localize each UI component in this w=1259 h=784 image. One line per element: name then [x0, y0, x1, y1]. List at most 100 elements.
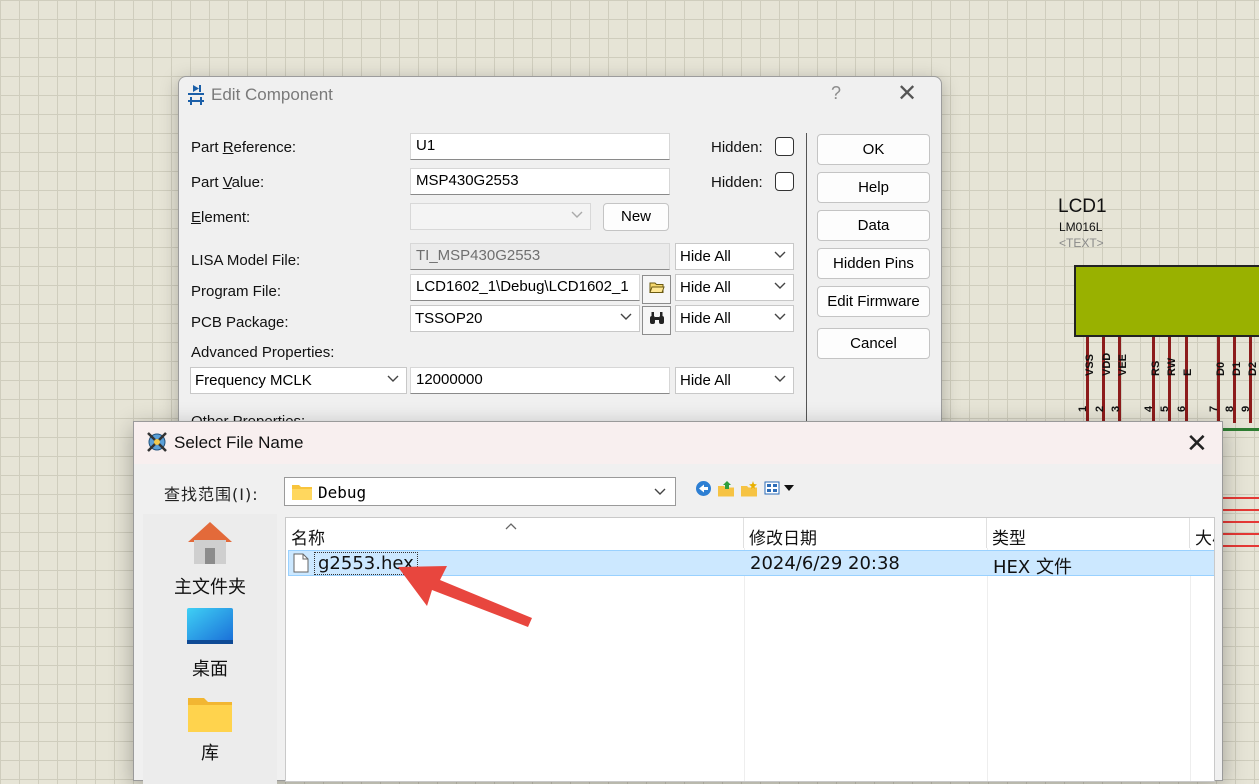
- cancel-button[interactable]: Cancel: [817, 328, 930, 359]
- label-rest: eference:: [233, 139, 297, 156]
- look-in-value: Debug: [318, 483, 367, 502]
- column-header-name[interactable]: 名称: [286, 518, 744, 548]
- lcd-text-placeholder: <TEXT>: [1059, 236, 1104, 250]
- column-header-name-label: 名称: [291, 529, 325, 548]
- places-bar: 主文件夹 桌面 库: [143, 514, 277, 784]
- lcd-pin-number: 7: [1208, 405, 1220, 412]
- back-icon[interactable]: [695, 480, 712, 502]
- part-reference-label: Part Reference:: [191, 139, 296, 156]
- dialog-separator: [806, 133, 807, 433]
- lcd-pin-number: 6: [1176, 405, 1188, 412]
- new-element-button[interactable]: New: [603, 203, 669, 231]
- open-folder-icon: [648, 280, 665, 299]
- label-rest: lement:: [201, 209, 251, 226]
- sort-ascending-icon: [505, 519, 517, 533]
- element-select[interactable]: [410, 203, 591, 230]
- lcd-pin-number: 9: [1240, 405, 1252, 412]
- proteus-app-icon: [146, 431, 168, 458]
- label-accelerator: E: [191, 209, 202, 226]
- chevron-down-icon: [773, 371, 787, 389]
- place-library[interactable]: 库: [143, 694, 277, 765]
- lcd-pin-name: E: [1182, 368, 1194, 376]
- visibility-value: Hide All: [680, 310, 731, 327]
- view-menu-icon[interactable]: [764, 481, 796, 500]
- file-row[interactable]: g2553.hex 2024/6/29 20:38 HEX 文件: [288, 550, 1214, 578]
- pcb-package-select[interactable]: TSSOP20: [410, 305, 640, 332]
- column-divider: [1190, 548, 1191, 781]
- file-list[interactable]: 名称 修改日期 类型 大小 g2553.hex 2024/6/29 20:38 …: [285, 517, 1215, 782]
- advanced-property-input[interactable]: 12000000: [410, 367, 670, 394]
- help-button[interactable]: Help: [817, 172, 930, 203]
- lcd-pin-number: 8: [1224, 405, 1236, 412]
- hidden-pins-button[interactable]: Hidden Pins: [817, 248, 930, 279]
- place-home-label: 主文件夹: [174, 577, 246, 598]
- home-icon: [185, 522, 235, 572]
- part-value-input[interactable]: MSP430G2553: [410, 168, 670, 195]
- schematic-wire: [1222, 521, 1259, 523]
- browse-program-file-button[interactable]: [642, 275, 671, 304]
- file-icon: [293, 553, 309, 578]
- chevron-down-icon: [619, 309, 633, 327]
- advanced-property-select[interactable]: Frequency MCLK: [190, 367, 407, 394]
- schematic-wire: [1222, 533, 1259, 535]
- help-question-icon[interactable]: ?: [831, 83, 841, 104]
- label-part: Part: [191, 174, 223, 191]
- pcb-package-visibility-select[interactable]: Hide All: [675, 305, 794, 332]
- select-file-titlebar[interactable]: Select File Name ✕: [134, 422, 1222, 464]
- lcd-pin-name: RS: [1150, 360, 1162, 376]
- chevron-down-icon: [653, 484, 667, 503]
- schematic-wire: [1222, 545, 1259, 547]
- visibility-value: Hide All: [680, 248, 731, 265]
- chevron-down-icon: [386, 371, 400, 389]
- binoculars-icon: [649, 311, 665, 330]
- place-desktop[interactable]: 桌面: [143, 606, 277, 681]
- file-modified: 2024/6/29 20:38: [750, 553, 900, 574]
- lcd-pin-name: D1: [1231, 361, 1243, 376]
- new-folder-icon[interactable]: [740, 480, 758, 503]
- up-folder-icon[interactable]: [717, 480, 735, 503]
- lcd-pin-name: RW: [1166, 357, 1178, 376]
- place-desktop-label: 桌面: [192, 659, 228, 680]
- lcd-pin-name: D2: [1247, 361, 1259, 376]
- program-file-input[interactable]: LCD1602_1\Debug\LCD1602_1: [410, 274, 640, 301]
- file-name: g2553.hex: [314, 552, 418, 575]
- select-file-close-button[interactable]: ✕: [1186, 428, 1208, 459]
- column-divider: [987, 548, 988, 781]
- browse-package-button[interactable]: [642, 306, 671, 335]
- lcd-pin-number: 2: [1094, 405, 1106, 412]
- program-file-visibility-select[interactable]: Hide All: [675, 274, 794, 301]
- lisa-model-visibility-select[interactable]: Hide All: [675, 243, 794, 270]
- edit-component-title: Edit Component: [211, 85, 333, 104]
- folder-icon: [291, 483, 313, 506]
- edit-firmware-button[interactable]: Edit Firmware: [817, 286, 930, 317]
- lcd-pin-number: 4: [1143, 405, 1155, 412]
- label-accelerator: V: [222, 174, 232, 191]
- column-header-modified[interactable]: 修改日期: [744, 518, 987, 548]
- lisa-model-input[interactable]: TI_MSP430G2553: [410, 243, 670, 270]
- lcd-pin-name: VDD: [1101, 352, 1113, 376]
- ok-button[interactable]: OK: [817, 134, 930, 165]
- lcd-pin-name: D0: [1215, 361, 1227, 376]
- program-file-label: Program File:: [191, 283, 282, 300]
- label-accelerator: R: [222, 139, 234, 156]
- data-button[interactable]: Data: [817, 210, 930, 241]
- lisa-model-label: LISA Model File:: [191, 252, 301, 269]
- edit-component-dialog: Edit Component ? ✕ Part Reference: U1 Hi…: [178, 76, 942, 446]
- column-header-size[interactable]: 大小: [1190, 518, 1214, 548]
- place-home[interactable]: 主文件夹: [143, 518, 277, 599]
- lcd-component-body[interactable]: [1074, 265, 1259, 337]
- look-in-select[interactable]: Debug: [284, 477, 676, 506]
- chevron-down-icon: [773, 309, 787, 327]
- part-reference-input[interactable]: U1: [410, 133, 670, 160]
- schematic-wire: [1222, 497, 1259, 499]
- edit-component-close-button[interactable]: ✕: [897, 79, 917, 108]
- part-reference-hidden-checkbox[interactable]: [775, 137, 794, 156]
- column-header-type[interactable]: 类型: [987, 518, 1190, 548]
- select-file-dialog: Select File Name ✕ 查找范围(I): Debug 主文件夹 桌…: [133, 421, 1223, 784]
- advanced-property-visibility-select[interactable]: Hide All: [675, 367, 794, 394]
- pcb-package-value: TSSOP20: [415, 310, 483, 327]
- lcd-pin-number: 1: [1077, 405, 1089, 412]
- edit-component-titlebar[interactable]: Edit Component ? ✕: [179, 77, 941, 113]
- place-library-label: 库: [201, 743, 219, 764]
- part-value-hidden-checkbox[interactable]: [775, 172, 794, 191]
